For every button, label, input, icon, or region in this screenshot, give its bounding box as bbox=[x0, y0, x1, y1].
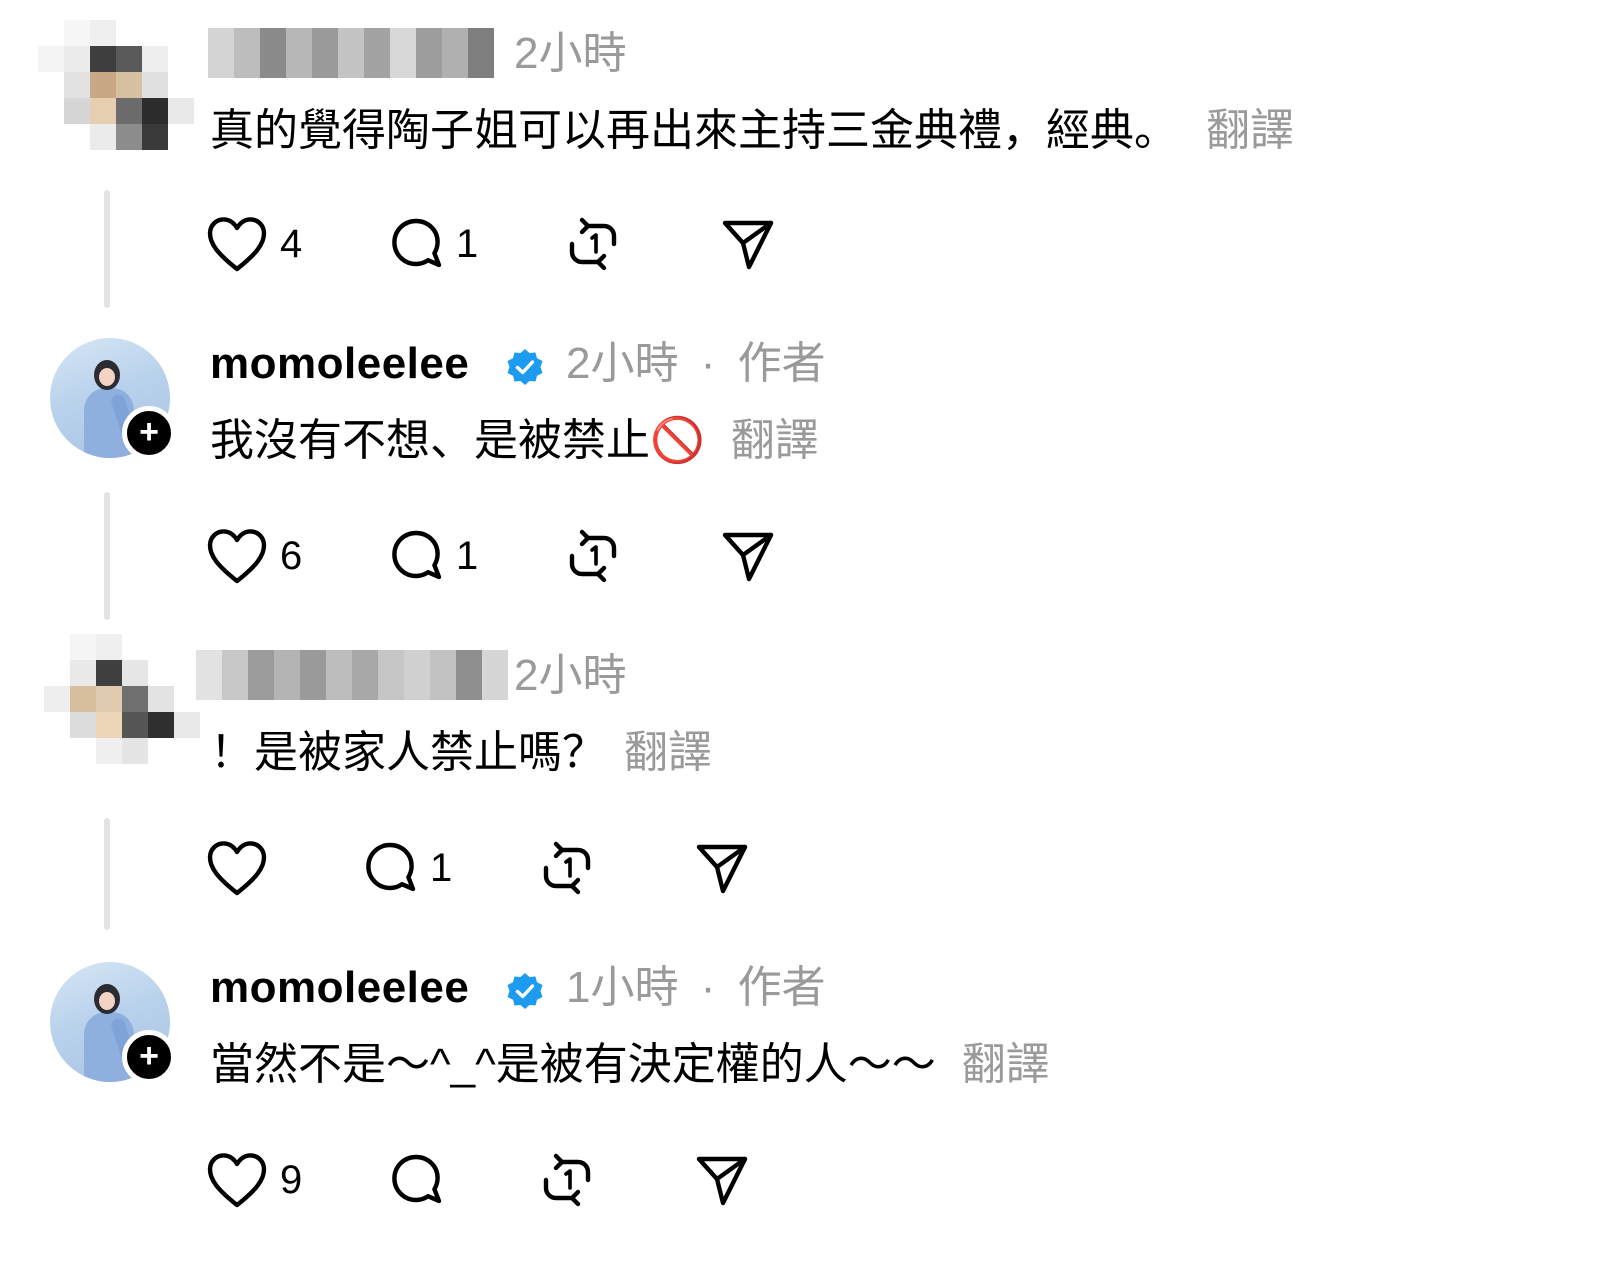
repost-button[interactable] bbox=[566, 526, 620, 586]
comment-text: ！是被家人禁止嗎？ 翻譯 bbox=[210, 726, 712, 780]
repost-icon bbox=[569, 529, 617, 583]
comment-body: 當然不是～^_^是被有決定權的人～～ bbox=[210, 1040, 936, 1089]
share-button[interactable] bbox=[720, 526, 776, 586]
like-count: 6 bbox=[280, 534, 303, 578]
comment-text: 當然不是～^_^是被有決定權的人～～ 翻譯 bbox=[210, 1038, 1050, 1092]
action-bar: 9 bbox=[0, 1150, 900, 1210]
comment-bubble-icon bbox=[392, 530, 442, 580]
comment-item: 2小時 ！是被家人禁止嗎？ 翻譯 1 bbox=[0, 634, 1600, 930]
reply-button[interactable]: 1 bbox=[388, 526, 478, 586]
comment-item: + momoleelee 2小時 · 作者 我沒有不想、是被禁止🚫 翻譯 6 1 bbox=[0, 338, 1600, 618]
comment-text: 真的覺得陶子姐可以再出來主持三金典禮，經典。 翻譯 bbox=[210, 104, 1294, 158]
repost-icon bbox=[543, 841, 591, 895]
action-bar: 6 1 bbox=[0, 526, 900, 586]
like-count: 9 bbox=[280, 1158, 303, 1202]
heart-icon bbox=[207, 841, 267, 896]
like-button[interactable]: 6 bbox=[206, 526, 302, 586]
reply-button[interactable]: 1 bbox=[362, 838, 452, 898]
repost-icon bbox=[569, 217, 617, 271]
comment-bubble-icon bbox=[366, 842, 416, 892]
repost-icon bbox=[543, 1153, 591, 1207]
translate-link[interactable]: 翻譯 bbox=[731, 416, 819, 465]
comment-item: 2小時 真的覺得陶子姐可以再出來主持三金典禮，經典。 翻譯 4 1 bbox=[0, 20, 1600, 308]
send-icon bbox=[696, 844, 748, 894]
send-icon bbox=[722, 220, 774, 270]
verified-badge-icon bbox=[507, 349, 543, 385]
username[interactable]: momoleelee bbox=[210, 338, 469, 390]
timestamp: 2小時 bbox=[566, 339, 679, 388]
avatar[interactable]: + bbox=[50, 338, 176, 460]
send-icon bbox=[696, 1156, 748, 1206]
avatar[interactable] bbox=[38, 20, 194, 160]
heart-icon bbox=[207, 217, 267, 272]
post-meta: 1小時 · 作者 bbox=[566, 962, 826, 1014]
comment-body: 真的覺得陶子姐可以再出來主持三金典禮，經典。 bbox=[210, 106, 1178, 155]
like-button[interactable]: 4 bbox=[206, 214, 302, 274]
avatar[interactable] bbox=[44, 634, 200, 774]
comment-bubble-icon bbox=[392, 218, 442, 268]
like-count: 4 bbox=[280, 222, 303, 266]
comment-body: 我沒有不想、是被禁止🚫 bbox=[210, 416, 705, 465]
heart-icon bbox=[207, 1153, 267, 1208]
comment-item: + momoleelee 1小時 · 作者 當然不是～^_^是被有決定權的人～～… bbox=[0, 962, 1600, 1252]
author-label: 作者 bbox=[737, 339, 826, 388]
username[interactable]: momoleelee bbox=[210, 962, 469, 1014]
repost-button[interactable] bbox=[566, 214, 620, 274]
reply-count: 1 bbox=[430, 846, 453, 890]
avatar[interactable]: + bbox=[50, 962, 176, 1084]
reply-count: 1 bbox=[456, 222, 479, 266]
translate-link[interactable]: 翻譯 bbox=[962, 1040, 1050, 1089]
verified-badge-icon bbox=[507, 973, 543, 1009]
timestamp: 1小時 bbox=[566, 963, 679, 1012]
translate-link[interactable]: 翻譯 bbox=[1206, 106, 1294, 155]
send-icon bbox=[722, 532, 774, 582]
username-blurred[interactable] bbox=[196, 650, 508, 700]
reply-button[interactable]: 1 bbox=[388, 214, 478, 274]
timestamp: 2小時 bbox=[514, 651, 627, 700]
comment-text: 我沒有不想、是被禁止🚫 翻譯 bbox=[210, 414, 819, 468]
author-label: 作者 bbox=[737, 963, 826, 1012]
like-button[interactable] bbox=[206, 838, 280, 898]
comment-bubble-icon bbox=[392, 1154, 442, 1204]
repost-button[interactable] bbox=[540, 1150, 594, 1210]
meta-separator: · bbox=[700, 963, 716, 1012]
share-button[interactable] bbox=[720, 214, 776, 274]
repost-button[interactable] bbox=[540, 838, 594, 898]
reply-count: 1 bbox=[456, 534, 479, 578]
like-button[interactable]: 9 bbox=[206, 1150, 302, 1210]
follow-plus-icon[interactable]: + bbox=[122, 1030, 176, 1084]
timestamp: 2小時 bbox=[514, 29, 627, 78]
action-bar: 1 bbox=[0, 838, 900, 898]
username-blurred[interactable] bbox=[208, 28, 494, 78]
comment-body: ！是被家人禁止嗎？ bbox=[210, 728, 606, 777]
translate-link[interactable]: 翻譯 bbox=[624, 728, 712, 777]
post-meta: 2小時 · 作者 bbox=[566, 338, 826, 390]
share-button[interactable] bbox=[694, 1150, 750, 1210]
action-bar: 4 1 bbox=[0, 214, 900, 274]
share-button[interactable] bbox=[694, 838, 750, 898]
follow-plus-icon[interactable]: + bbox=[122, 406, 176, 460]
heart-icon bbox=[207, 529, 267, 584]
meta-separator: · bbox=[700, 339, 716, 388]
reply-button[interactable] bbox=[388, 1150, 456, 1210]
